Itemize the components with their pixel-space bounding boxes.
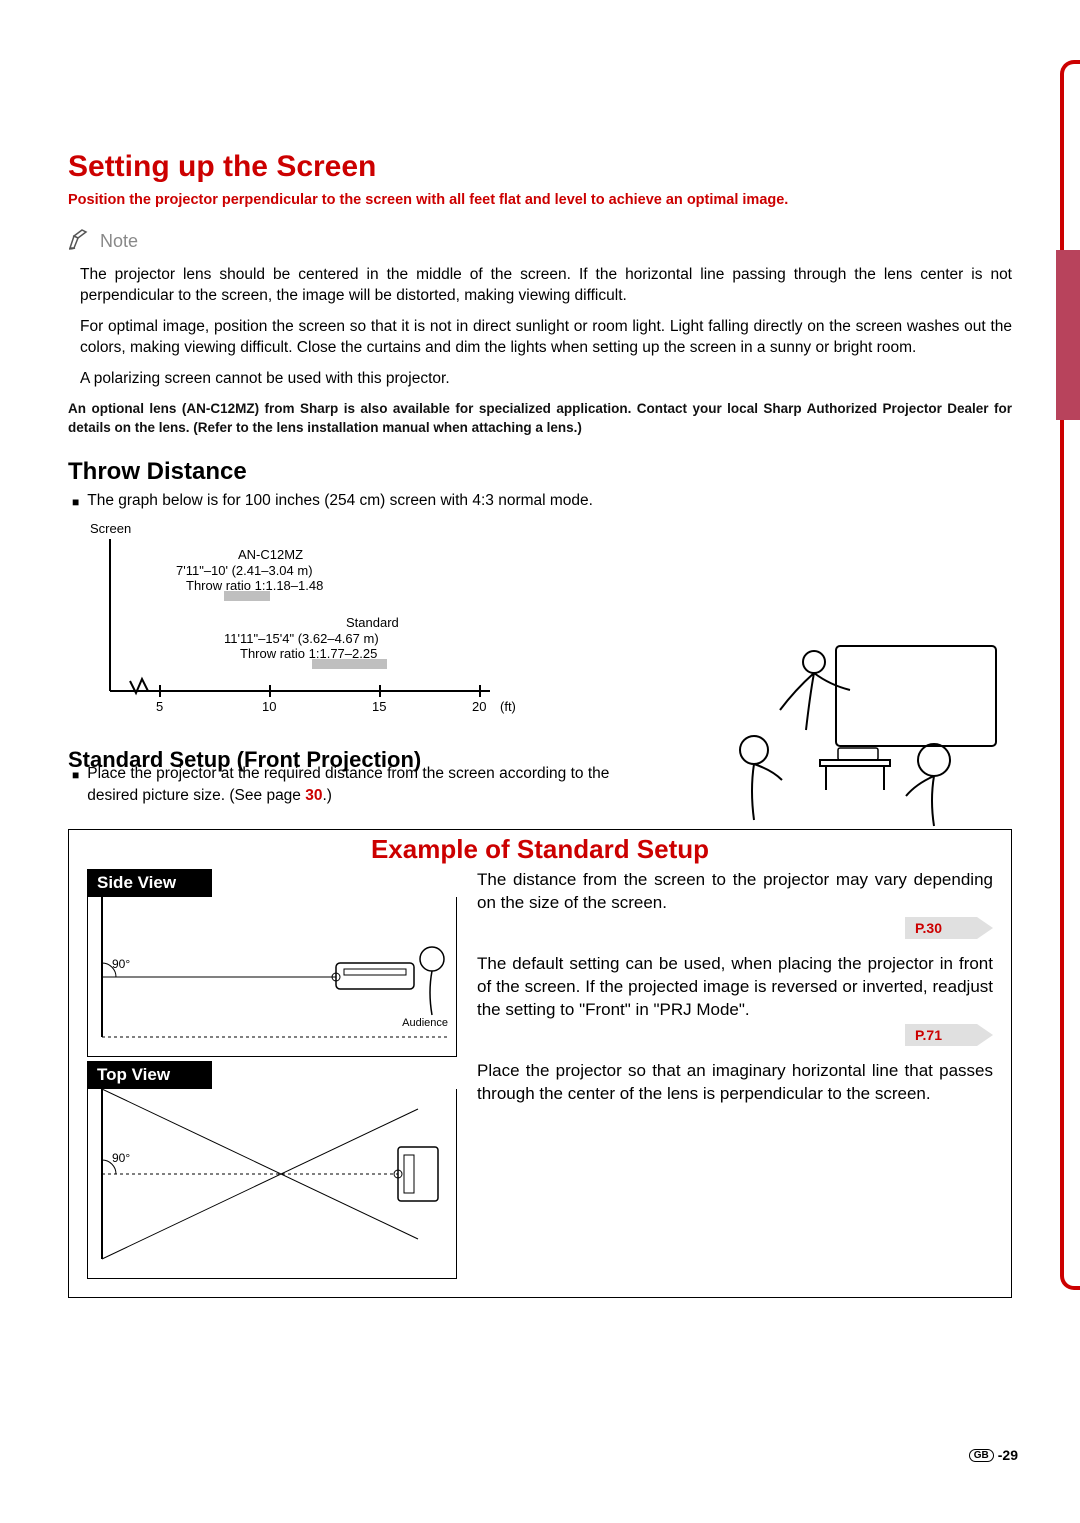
square-bullet-icon: ■ [72, 767, 79, 784]
page-ref-30[interactable]: P.30 [905, 917, 993, 939]
example-box: Example of Standard Setup Side View [68, 829, 1012, 1298]
note-bold: An optional lens (AN-C12MZ) from Sharp i… [68, 400, 1012, 438]
throw-bullet: ■ The graph below is for 100 inches (254… [72, 490, 1012, 512]
standard-setup-text: Place the projector at the required dist… [87, 763, 612, 806]
throw-heading: Throw Distance [68, 458, 1012, 486]
ninety-top: 90° [112, 1151, 130, 1165]
top-view-label: Top View [87, 1061, 212, 1089]
top-view-diagram: 90° [87, 1089, 457, 1279]
square-bullet-icon: ■ [72, 494, 79, 511]
note-p2: For optimal image, position the screen s… [80, 317, 1012, 359]
ninety-side: 90° [112, 957, 130, 971]
tick-20: 20 [472, 699, 486, 714]
standard-setup-bullet: ■ Place the projector at the required di… [72, 763, 612, 806]
page-title: Setting up the Screen [68, 150, 1012, 184]
example-p2: The default setting can be used, when pl… [477, 953, 993, 1022]
pencil-icon [68, 228, 94, 255]
audience-label: Audience [402, 1017, 448, 1029]
note-p3: A polarizing screen cannot be used with … [80, 369, 1012, 390]
tick-15: 15 [372, 699, 386, 714]
example-p1: The distance from the screen to the proj… [477, 869, 993, 915]
region-code: GB [969, 1449, 994, 1462]
tick-5: 5 [156, 699, 163, 714]
lens1-name: AN-C12MZ [238, 547, 303, 562]
side-tab-fill [1056, 250, 1080, 420]
lens2-ratio: Throw ratio 1:1.77–2.25 [240, 646, 377, 661]
example-title: Example of Standard Setup [69, 830, 1011, 869]
note-label: Note [100, 231, 138, 252]
lens1-ratio: Throw ratio 1:1.18–1.48 [186, 578, 323, 593]
side-view-label: Side View [87, 869, 212, 897]
page-30-link[interactable]: 30 [305, 787, 322, 804]
page-number: GB -29 [969, 1447, 1018, 1463]
example-p3: Place the projector so that an imaginary… [477, 1060, 993, 1106]
page-ref-71[interactable]: P.71 [905, 1024, 993, 1046]
note-p1: The projector lens should be centered in… [80, 265, 1012, 307]
page-number-value: -29 [998, 1447, 1018, 1463]
side-tab-border [1060, 60, 1080, 1290]
note-heading: Note [68, 228, 1012, 255]
tick-unit: (ft) [500, 699, 516, 714]
tick-10: 10 [262, 699, 276, 714]
throw-bullet-text: The graph below is for 100 inches (254 c… [87, 490, 593, 512]
side-view-diagram: 90° Audience [87, 897, 457, 1057]
lens2-range: 11'11"–15'4" (3.62–4.67 m) [224, 631, 379, 646]
throw-graph-svg [90, 521, 520, 721]
scene-illustration [710, 640, 1010, 830]
lens1-range: 7'11"–10' (2.41–3.04 m) [176, 563, 313, 578]
lens2-name: Standard [346, 615, 399, 630]
intro-text: Position the projector perpendicular to … [68, 190, 1012, 210]
